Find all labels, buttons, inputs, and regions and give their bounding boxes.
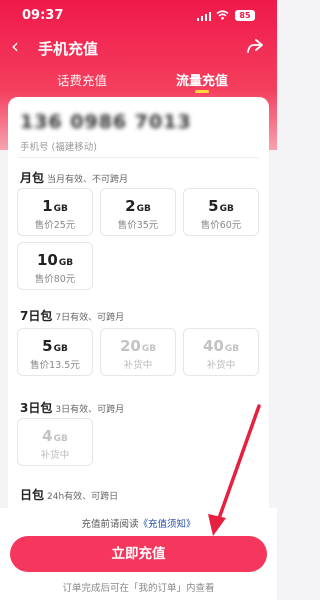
signal-icon [197,12,211,21]
package-monthly-10gb[interactable]: 10GB 售价80元 [17,242,93,290]
section-description: 3日有效、可跨月 [55,405,125,415]
section-title: 月包 [20,171,45,185]
section-description: 7日有效、可跨月 [55,313,125,323]
package-amount: 5GB [208,197,234,215]
package-monthly-1gb[interactable]: 1GB 售价25元 [17,188,93,236]
agreement-prefix: 充值前请阅读 [81,519,139,530]
package-price: 售价60元 [200,220,242,231]
package-monthly-5gb[interactable]: 5GB 售价60元 [183,188,259,236]
section-3day-header: 3日包 3日有效、可跨月 [20,399,124,416]
bottom-action-bar: 充值前请阅读《充值须知》 立即充值 订单完成后可在「我的订单」内查看 [0,508,277,600]
package-monthly-2gb[interactable]: 2GB 售价35元 [100,188,176,236]
package-7day-5gb[interactable]: 5GB 售价13.5元 [17,328,93,376]
package-price: 售价13.5元 [30,360,80,371]
carrier-label: 手机号 (福建移动) [20,142,97,153]
navigation-bar: ‹ 手机充值 [0,34,277,62]
section-daily-header: 日包 24h有效、可跨日 [20,486,118,503]
phone-number-input[interactable]: 136 0986 7013 [20,111,192,133]
back-icon[interactable]: ‹ [11,35,19,57]
status-bar: 09:37 85 [0,0,277,30]
status-time: 09:37 [22,8,64,23]
recharge-terms-link[interactable]: 《充值须知》 [139,519,196,530]
package-7day-20gb: 20GB 补货中 [100,328,176,376]
content-card: 136 0986 7013 手机号 (福建移动) 月包 当月有效、不可跨月 1GB… [8,97,269,517]
wifi-icon [216,10,229,23]
package-amount: 1GB [42,197,68,215]
section-7day-header: 7日包 7日有效、可跨月 [20,307,124,324]
tab-data-topup[interactable]: 流量充值 [176,70,228,89]
order-hint: 订单完成后可在「我的订单」内查看 [62,583,215,594]
package-amount: 10GB [36,251,74,269]
package-amount: 2GB [125,197,151,215]
tab-bar: 话费充值 流量充值 [0,68,277,94]
package-amount: 4GB [42,427,68,445]
share-icon[interactable] [246,38,264,54]
section-title: 日包 [20,488,45,502]
agreement-notice: 充值前请阅读《充值须知》 [0,516,277,530]
recharge-now-button[interactable]: 立即充值 [10,536,267,572]
package-price: 售价35元 [117,220,159,231]
section-title: 3日包 [20,401,53,415]
package-price: 售价80元 [34,274,76,285]
battery-icon: 85 [235,10,255,21]
package-7day-40gb: 40GB 补货中 [183,328,259,376]
package-3day-4gb: 4GB 补货中 [17,418,93,466]
package-status: 补货中 [123,360,153,371]
section-description: 当月有效、不可跨月 [47,175,129,185]
section-title: 7日包 [20,309,53,323]
package-amount: 5GB [42,337,68,355]
package-amount: 20GB [119,337,157,355]
package-status: 补货中 [40,450,70,461]
package-amount: 40GB [202,337,240,355]
active-tab-indicator [195,90,209,93]
divider [18,157,259,158]
package-price: 售价25元 [34,220,76,231]
package-status: 补货中 [206,360,236,371]
section-monthly-header: 月包 当月有效、不可跨月 [20,169,128,186]
page-title: 手机充值 [38,40,99,58]
section-description: 24h有效、可跨日 [47,492,119,502]
tab-phone-credit[interactable]: 话费充值 [57,70,107,89]
